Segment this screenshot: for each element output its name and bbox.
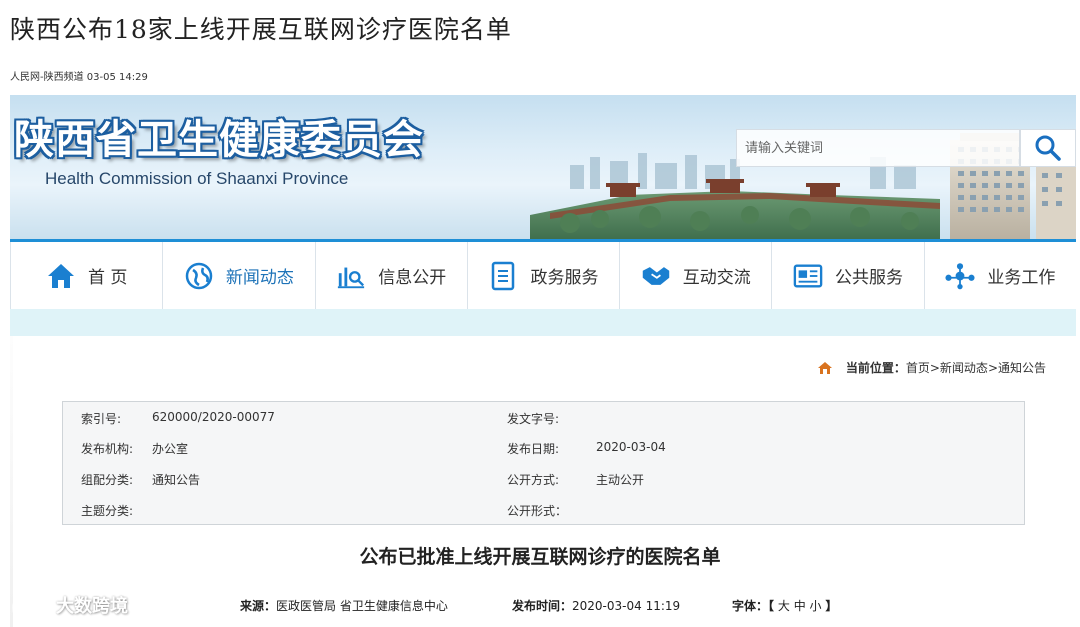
article-byline: 人民网-陕西频道 03-05 14:29	[10, 72, 148, 83]
index-no-value: 620000/2020-00077	[152, 410, 275, 424]
source-label: 来源：	[240, 599, 277, 613]
open-form-label: 公开形式：	[507, 504, 568, 518]
nav-item-home[interactable]: 首 页	[10, 242, 164, 309]
font-bracket-open: 【	[768, 599, 775, 613]
nav-label: 首 页	[87, 268, 128, 288]
pub-date-value: 2020-03-04	[596, 440, 666, 454]
info-row: 组配分类: 通知公告 公开方式: 主动公开	[63, 471, 1024, 491]
content-edge	[10, 336, 13, 627]
breadcrumb-news-link[interactable]: >新闻动态	[930, 359, 988, 376]
home-icon	[46, 261, 76, 291]
search-icon	[1035, 135, 1061, 161]
nav-item-info-disclosure[interactable]: 信息公开	[316, 242, 468, 309]
site-banner: 陕西省卫生健康委员会 Health Commission of Shaanxi …	[10, 95, 1076, 240]
info-row: 索引号: 620000/2020-00077 发文字号:	[63, 410, 1024, 430]
font-medium-button[interactable]: 中	[794, 599, 806, 613]
watermark-text: 大数跨境	[56, 596, 128, 617]
nav-item-interaction[interactable]: 互动交流	[620, 242, 773, 309]
site-name: 陕西省卫生健康委员会	[14, 117, 424, 163]
nav-label: 信息公开	[378, 268, 447, 288]
nav-label: 公共服务	[835, 268, 904, 288]
document-info-table: 索引号: 620000/2020-00077 发文字号: 发布机构: 办公室 发…	[62, 401, 1025, 525]
nav-item-business-work[interactable]: 业务工作	[925, 242, 1076, 309]
search-button[interactable]	[1020, 129, 1076, 167]
font-large-button[interactable]: 大	[778, 599, 790, 613]
category-label: 组配分类:	[81, 473, 134, 487]
breadcrumb-prefix: 当前位置：	[845, 361, 906, 375]
publisher-value: 办公室	[152, 442, 189, 456]
pub-date-label: 发布日期:	[507, 442, 560, 456]
notice-time: 发布时间：2020-03-04 11:19	[512, 597, 680, 614]
time-label: 发布时间：	[512, 599, 573, 613]
network-icon	[945, 261, 975, 291]
info-row: 发布机构: 办公室 发布日期: 2020-03-04	[63, 440, 1024, 460]
font-bracket-close: 】	[825, 599, 838, 613]
index-no-label: 索引号:	[81, 412, 122, 426]
watermark-logo-icon	[12, 596, 48, 614]
publisher-label: 发布机构:	[81, 442, 134, 456]
main-nav: 首 页 新闻动态 信息公开 政务服务 互动交流 公共服务 业务工作	[10, 239, 1076, 309]
font-size-controls: 字体：【 大 中 小 】	[732, 597, 837, 614]
chart-search-icon	[336, 261, 366, 291]
breadcrumb-home-link[interactable]: 首页	[906, 359, 930, 376]
handshake-icon	[641, 261, 671, 291]
nav-label: 业务工作	[987, 268, 1056, 288]
nav-item-news[interactable]: 新闻动态	[163, 242, 316, 309]
topic-label: 主题分类:	[81, 504, 134, 518]
globe-icon	[184, 261, 214, 291]
nav-item-public-services[interactable]: 公共服务	[772, 242, 925, 309]
doc-no-label: 发文字号:	[507, 412, 560, 426]
category-value: 通知公告	[152, 473, 201, 487]
article-title: 陕西公布18家上线开展互联网诊疗医院名单	[10, 15, 512, 44]
nav-sub-strip	[10, 309, 1076, 336]
document-icon	[488, 261, 518, 291]
open-mode-value: 主动公开	[596, 473, 645, 487]
site-name-english: Health Commission of Shaanxi Province	[45, 169, 349, 188]
watermark: 大数跨境	[10, 592, 128, 618]
newspaper-icon	[793, 261, 823, 291]
nav-item-gov-services[interactable]: 政务服务	[468, 242, 621, 309]
nav-label: 互动交流	[682, 268, 751, 288]
search-input[interactable]	[737, 130, 1019, 166]
search-box	[736, 129, 1020, 167]
nav-label: 政务服务	[530, 268, 599, 288]
font-small-button[interactable]: 小	[810, 599, 822, 613]
nav-label: 新闻动态	[225, 268, 294, 288]
time-value: 2020-03-04 11:19	[572, 599, 681, 613]
notice-title: 公布已批准上线开展互联网诊疗的医院名单	[359, 546, 721, 568]
home-small-icon	[817, 361, 832, 374]
font-label: 字体：	[732, 599, 769, 613]
info-row: 主题分类: 公开形式：	[63, 502, 1024, 522]
open-mode-label: 公开方式:	[507, 473, 560, 487]
breadcrumb: 当前位置： 首页 >新闻动态 >通知公告	[817, 359, 1046, 376]
source-value: 医政医管局 省卫生健康信息中心	[276, 599, 448, 613]
breadcrumb-notices-link[interactable]: >通知公告	[988, 359, 1046, 376]
notice-source: 来源：医政医管局 省卫生健康信息中心	[240, 597, 448, 614]
